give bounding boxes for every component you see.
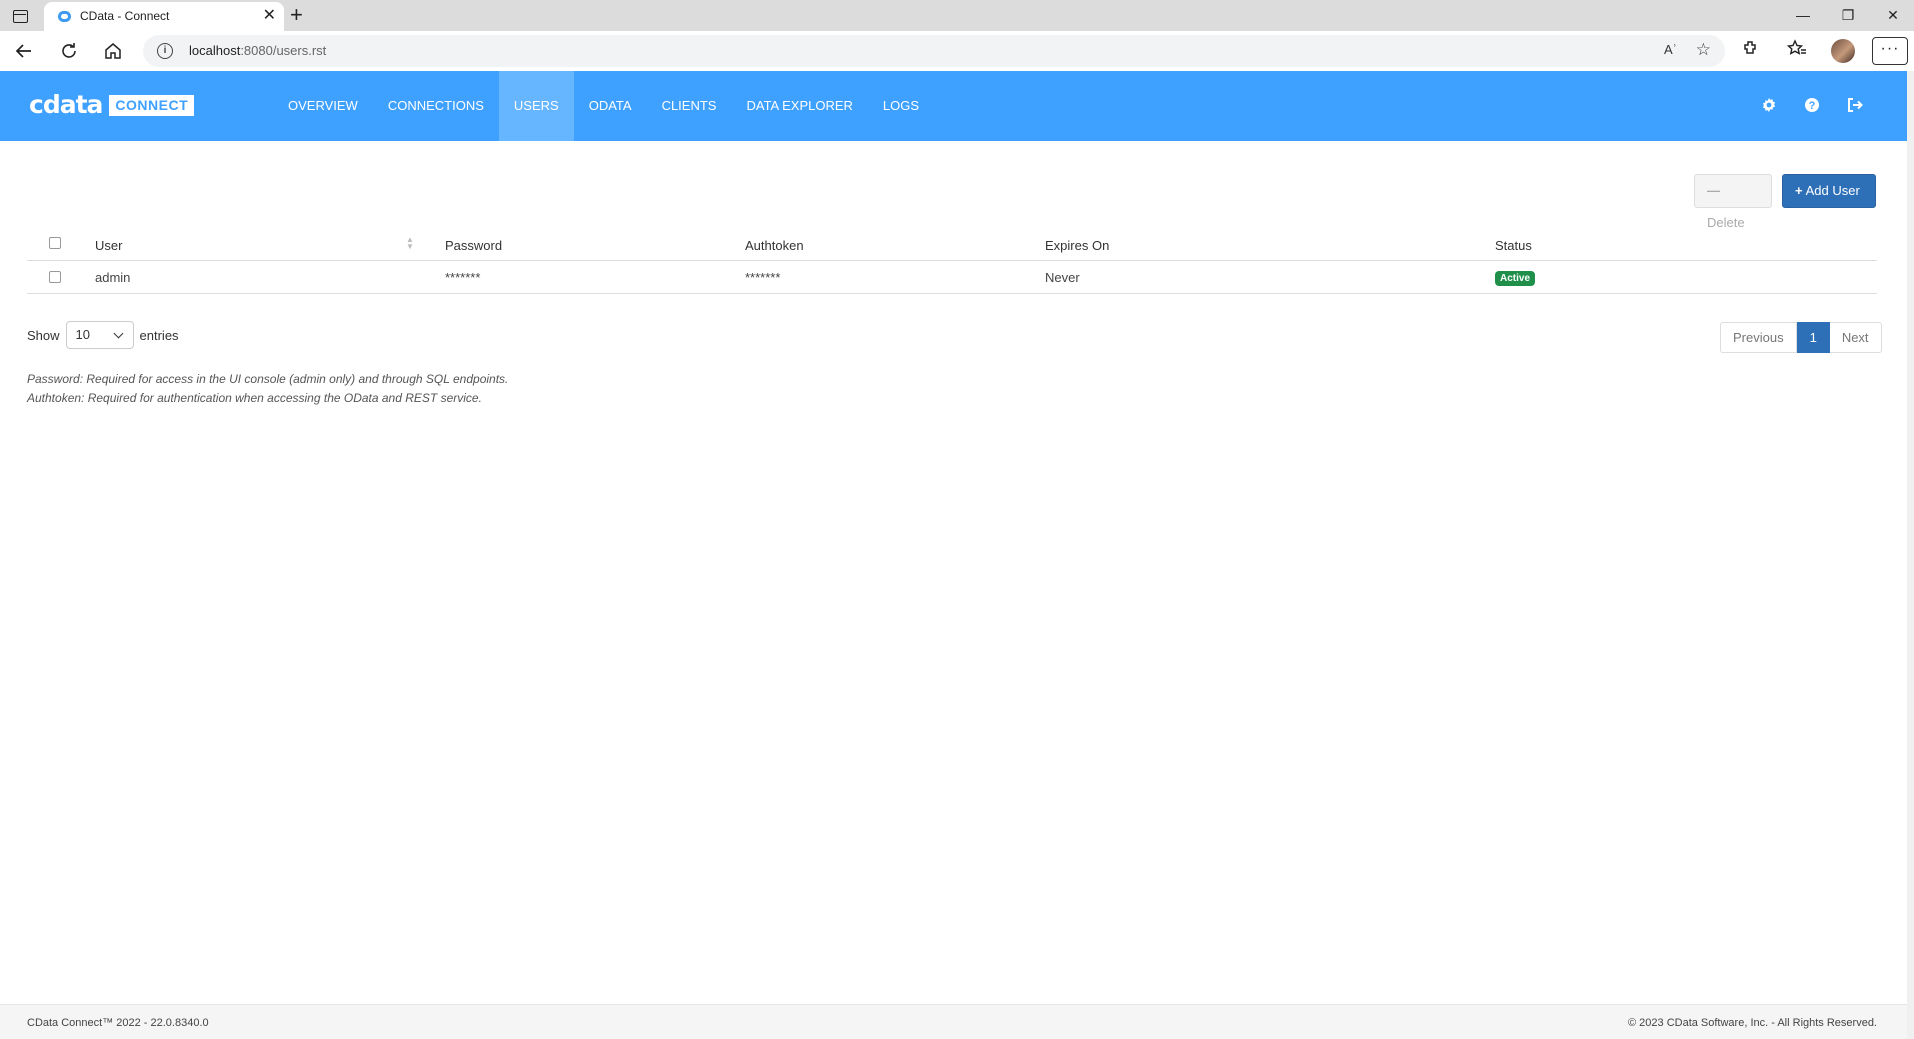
browser-toolbar: i localhost:8080/users.rst Aʾ ☆ ··· — [0, 31, 1914, 71]
entries-label: entries — [139, 327, 179, 343]
table-row[interactable]: admin ******* ******* Never Active — [27, 261, 1877, 294]
svg-text:?: ? — [1809, 100, 1816, 112]
table-header-row: User ▲ ▼ Password Authtoken Expires On St… — [27, 230, 1877, 261]
nav-logs[interactable]: LOGS — [868, 71, 934, 141]
help-icon[interactable]: ? — [1804, 97, 1822, 115]
page-scrollbar[interactable] — [1907, 71, 1914, 1039]
column-header-authtoken: Authtoken — [745, 238, 804, 253]
gear-icon[interactable] — [1761, 97, 1779, 115]
address-url: localhost:8080/users.rst — [189, 43, 326, 58]
extensions-icon[interactable] — [1738, 39, 1762, 63]
minimize-icon[interactable]: — — [1793, 5, 1813, 25]
address-bar[interactable]: i localhost:8080/users.rst Aʾ ☆ — [143, 35, 1725, 67]
entries-select[interactable]: 10 — [65, 321, 134, 349]
window-close-icon[interactable]: ✕ — [1883, 5, 1903, 25]
read-aloud-icon[interactable]: Aʾ — [1664, 42, 1677, 57]
copyright-text: © 2023 CData Software, Inc. - All Rights… — [1628, 1017, 1877, 1029]
next-page-button[interactable]: Next — [1829, 322, 1882, 353]
page-1-button[interactable]: 1 — [1796, 322, 1830, 353]
logo-cdata-text: cdata — [29, 90, 103, 119]
version-text: CData Connect™ 2022 - 22.0.8340.0 — [27, 1017, 209, 1029]
browser-tab-bar: CData - Connect ✕ + — ❐ ✕ — [0, 0, 1914, 31]
new-tab-button[interactable]: + — [290, 3, 303, 27]
select-all-checkbox[interactable] — [49, 237, 61, 249]
logout-icon[interactable] — [1847, 97, 1865, 115]
minus-icon: — — [1707, 183, 1720, 198]
main-nav: OVERVIEW CONNECTIONS USERS ODATA CLIENTS… — [273, 71, 934, 141]
nav-odata[interactable]: ODATA — [574, 71, 647, 141]
password-note: Password: Required for access in the UI … — [27, 372, 509, 386]
status-badge: Active — [1495, 271, 1536, 286]
page-footer: CData Connect™ 2022 - 22.0.8340.0 © 2023… — [0, 1004, 1907, 1039]
tab-close-icon[interactable]: ✕ — [263, 7, 276, 25]
pagination: Previous 1 Next — [1720, 322, 1882, 353]
nav-data-explorer[interactable]: DATA EXPLORER — [731, 71, 867, 141]
logo-connect-text: CONNECT — [109, 94, 195, 116]
add-user-label: Add User — [1805, 183, 1860, 198]
user-cell[interactable]: admin — [95, 270, 130, 285]
cdata-connect-logo[interactable]: cdata CONNECT — [29, 90, 195, 119]
back-icon[interactable] — [11, 39, 37, 63]
tab-actions-icon[interactable] — [10, 6, 30, 26]
delete-button[interactable]: — Delete — [1694, 174, 1772, 230]
entries-select-value: 10 — [75, 327, 90, 342]
restore-icon[interactable]: ❐ — [1838, 5, 1858, 25]
row-checkbox[interactable] — [49, 271, 61, 283]
tab-title: CData - Connect — [80, 9, 170, 23]
entries-length-control: Show 10 entries — [27, 321, 179, 349]
authtoken-note: Authtoken: Required for authentication w… — [27, 391, 482, 405]
chevron-down-icon — [113, 328, 123, 339]
column-header-user[interactable]: User — [95, 238, 122, 253]
nav-users[interactable]: USERS — [498, 71, 574, 141]
home-icon[interactable] — [100, 39, 126, 63]
url-host: localhost — [189, 43, 241, 58]
expires-on-cell: Never — [1045, 270, 1080, 285]
status-cell: Active — [1495, 270, 1536, 286]
profile-avatar[interactable] — [1831, 39, 1855, 63]
users-table: User ▲ ▼ Password Authtoken Expires On St… — [27, 230, 1877, 294]
favorites-icon[interactable] — [1785, 39, 1809, 63]
authtoken-cell: ******* — [745, 270, 781, 285]
site-info-icon[interactable]: i — [157, 43, 173, 59]
cdata-favicon-icon — [58, 11, 71, 22]
app-header: cdata CONNECT OVERVIEW CONNECTIONS USERS… — [0, 71, 1907, 141]
add-favorite-icon[interactable]: ☆ — [1696, 40, 1711, 60]
previous-page-button[interactable]: Previous — [1720, 322, 1797, 353]
column-header-status: Status — [1495, 238, 1532, 253]
column-header-expires-on: Expires On — [1045, 238, 1110, 253]
delete-label: Delete — [1707, 215, 1745, 230]
settings-more-button[interactable]: ··· — [1872, 37, 1908, 65]
nav-clients[interactable]: CLIENTS — [647, 71, 732, 141]
password-cell: ******* — [445, 270, 481, 285]
sort-icon[interactable]: ▲ ▼ — [406, 236, 414, 251]
show-label: Show — [27, 327, 60, 343]
plus-icon: + — [1795, 183, 1803, 198]
url-path: :8080/users.rst — [240, 43, 327, 58]
add-user-button[interactable]: + Add User — [1782, 174, 1876, 208]
column-header-password: Password — [445, 238, 503, 253]
refresh-icon[interactable] — [56, 39, 82, 63]
nav-overview[interactable]: OVERVIEW — [273, 71, 373, 141]
browser-tab[interactable]: CData - Connect ✕ — [44, 2, 284, 31]
nav-connections[interactable]: CONNECTIONS — [373, 71, 499, 141]
